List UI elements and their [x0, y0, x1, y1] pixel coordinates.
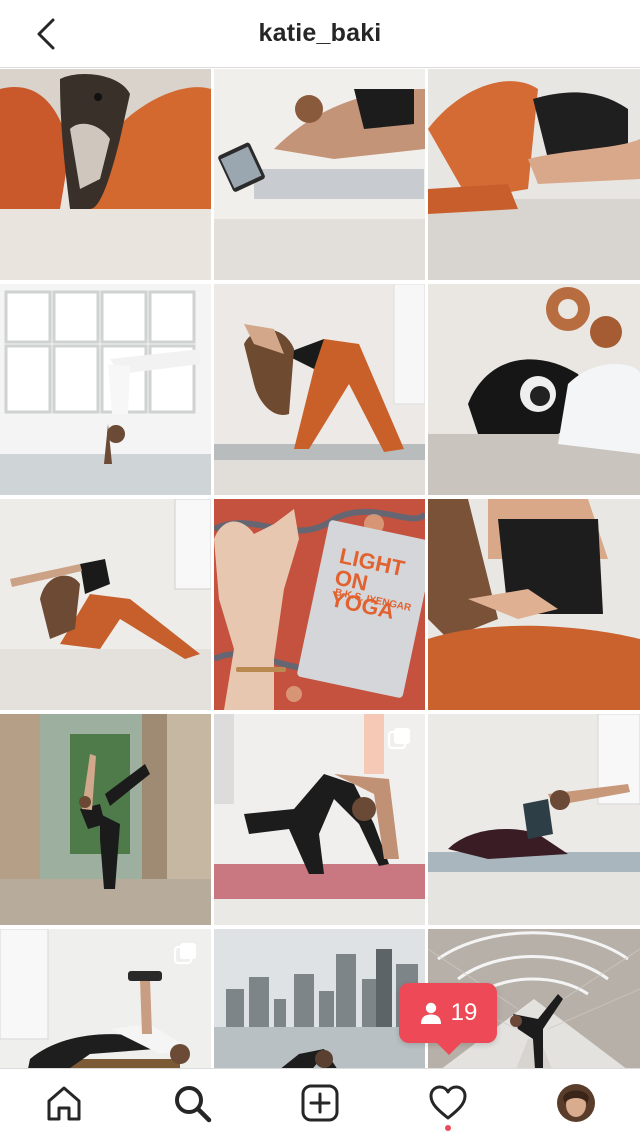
post-thumbnail[interactable]	[0, 284, 211, 495]
activity-notification-bubble[interactable]: 19	[399, 983, 497, 1055]
back-button[interactable]	[26, 14, 66, 54]
tab-activity[interactable]	[426, 1081, 470, 1125]
chevron-left-icon	[37, 18, 55, 50]
tab-search[interactable]	[170, 1081, 214, 1125]
post-thumbnail[interactable]	[214, 69, 425, 280]
post-thumbnail[interactable]	[428, 284, 640, 495]
post-thumbnail[interactable]	[214, 284, 425, 495]
post-thumbnail[interactable]: LIGHT ON YOGA B.K.S. IYENGAR	[214, 499, 425, 710]
page-title: katie_baki	[258, 19, 382, 47]
profile-header: katie_baki	[0, 0, 640, 68]
post-thumbnail[interactable]	[428, 714, 640, 925]
tab-home[interactable]	[42, 1081, 86, 1125]
bottom-tab-bar	[0, 1068, 640, 1138]
profile-avatar-icon	[557, 1084, 595, 1122]
post-thumbnail[interactable]	[0, 69, 211, 280]
avatar	[557, 1084, 595, 1122]
post-thumbnail[interactable]	[214, 714, 425, 925]
tab-profile[interactable]	[554, 1081, 598, 1125]
add-post-icon	[301, 1084, 339, 1122]
post-grid: LIGHT ON YOGA B.K.S. IYENGAR	[0, 69, 640, 1068]
activity-indicator-dot	[445, 1125, 451, 1131]
post-thumbnail[interactable]	[428, 499, 640, 710]
post-thumbnail[interactable]	[0, 499, 211, 710]
tab-new-post[interactable]	[298, 1081, 342, 1125]
user-icon	[420, 1002, 441, 1024]
heart-icon	[429, 1085, 467, 1120]
post-thumbnail[interactable]	[214, 929, 425, 1068]
post-thumbnail[interactable]	[428, 69, 640, 280]
search-icon	[175, 1086, 212, 1123]
post-thumbnail[interactable]	[0, 929, 211, 1068]
multiple-posts-icon	[387, 728, 410, 750]
notification-count: 19	[450, 999, 478, 1026]
multiple-posts-icon	[173, 943, 196, 965]
post-thumbnail[interactable]	[0, 714, 211, 925]
home-icon	[47, 1086, 81, 1121]
